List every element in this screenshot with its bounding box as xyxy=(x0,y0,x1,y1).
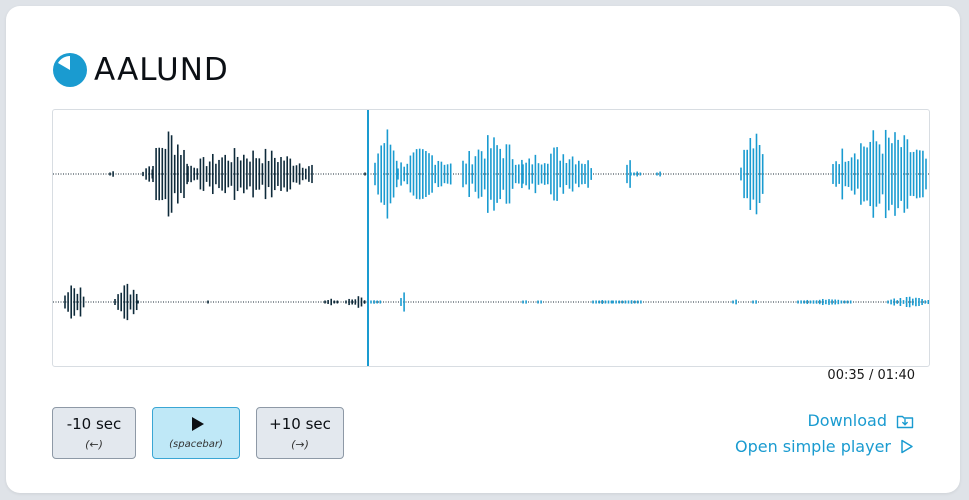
back-10-button[interactable]: -10 sec (←) xyxy=(52,407,136,459)
download-folder-icon xyxy=(896,413,914,429)
waveform[interactable] xyxy=(52,109,930,367)
waveform-canvas[interactable] xyxy=(53,110,929,366)
play-button[interactable]: (spacebar) xyxy=(152,407,240,459)
forward-10-label: +10 sec xyxy=(269,415,331,433)
brand-logo: AALUND xyxy=(52,50,229,90)
download-link[interactable]: Download xyxy=(807,411,914,430)
back-10-label: -10 sec xyxy=(66,415,122,433)
play-icon xyxy=(191,416,204,431)
pie-clock-logo-icon xyxy=(53,53,87,87)
forward-10-hint: (→) xyxy=(291,438,309,451)
play-hint: (spacebar) xyxy=(169,438,223,450)
time-display: 00:35 / 01:40 xyxy=(827,368,915,383)
download-label: Download xyxy=(807,411,887,430)
player-card: AALUND 00:35 / 01:40 -10 sec (←) (spaceb… xyxy=(6,6,960,493)
simple-player-link[interactable]: Open simple player xyxy=(735,437,914,456)
play-outline-icon xyxy=(900,439,914,454)
forward-10-button[interactable]: +10 sec (→) xyxy=(256,407,344,459)
simple-player-label: Open simple player xyxy=(734,437,891,456)
brand-name: AALUND xyxy=(94,52,229,88)
back-10-hint: (←) xyxy=(85,438,103,451)
